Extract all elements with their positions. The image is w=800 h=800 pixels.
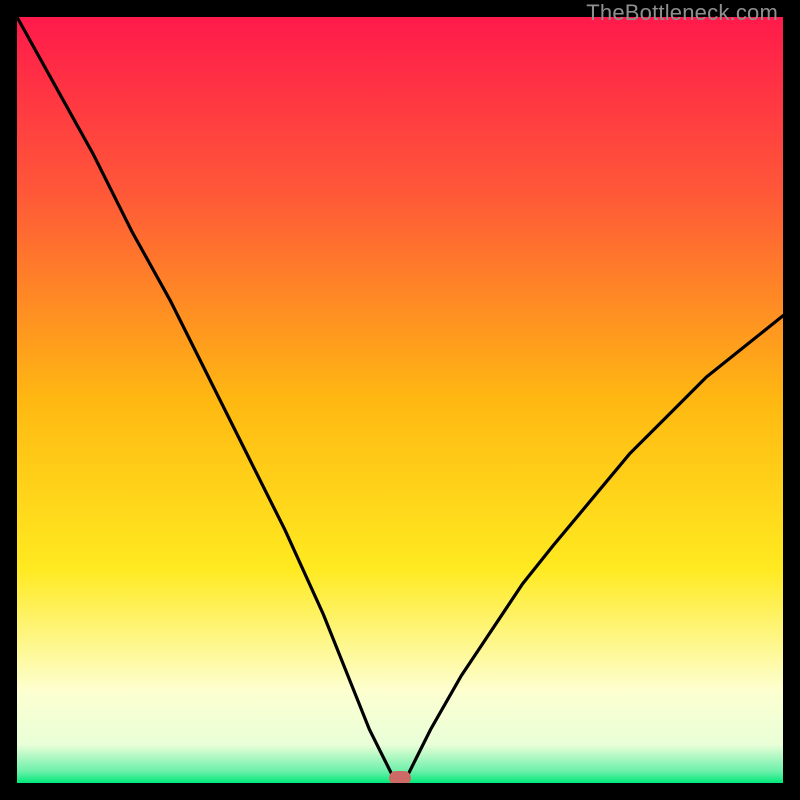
optimal-marker [389,771,411,783]
watermark-text: TheBottleneck.com [586,0,778,26]
bottleneck-chart [17,17,783,783]
gradient-background [17,17,783,783]
chart-frame [17,17,783,783]
